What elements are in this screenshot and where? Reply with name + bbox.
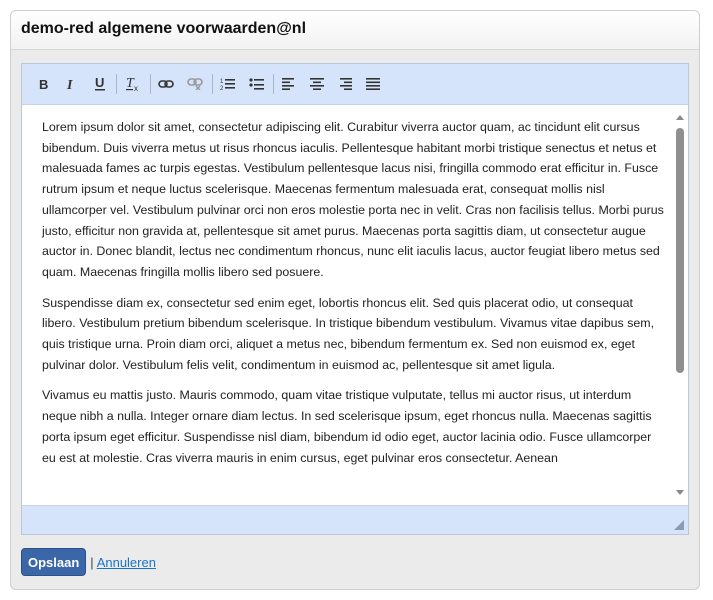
panel-title: demo-red algemene voorwaarden@nl bbox=[21, 20, 307, 37]
numbered-list-icon[interactable]: 12 bbox=[218, 74, 238, 94]
toolbar-separator bbox=[116, 74, 117, 94]
link-icon[interactable] bbox=[156, 74, 176, 94]
scroll-down-arrow-icon[interactable] bbox=[676, 490, 684, 495]
panel-header: demo-red algemene voorwaarden@nl bbox=[11, 11, 699, 50]
cancel-link[interactable]: Annuleren bbox=[97, 555, 156, 570]
form-actions: Opslaan | Annuleren bbox=[21, 547, 156, 577]
resize-handle-icon[interactable] bbox=[674, 520, 684, 530]
svg-text:B: B bbox=[39, 77, 48, 91]
edit-panel: demo-red algemene voorwaarden@nl B I U T… bbox=[10, 10, 700, 590]
scrollbar-thumb[interactable] bbox=[676, 128, 684, 373]
paragraph[interactable]: Suspendisse diam ex, consectetur sed eni… bbox=[42, 293, 664, 376]
vertical-scrollbar[interactable] bbox=[672, 105, 688, 505]
svg-text:x: x bbox=[134, 84, 138, 92]
underline-icon[interactable]: U bbox=[90, 74, 110, 94]
toolbar-separator bbox=[212, 74, 213, 94]
toolbar-separator bbox=[150, 74, 151, 94]
editor-statusbar bbox=[22, 505, 688, 534]
bold-icon[interactable]: B bbox=[34, 74, 54, 94]
align-center-icon[interactable] bbox=[307, 74, 327, 94]
align-left-icon[interactable] bbox=[279, 74, 299, 94]
align-right-icon[interactable] bbox=[335, 74, 355, 94]
paragraph[interactable]: Lorem ipsum dolor sit amet, consectetur … bbox=[42, 117, 664, 283]
svg-text:2: 2 bbox=[220, 86, 224, 91]
toolbar-separator bbox=[273, 74, 274, 94]
editor-toolbar: B I U Tx 1 2 bbox=[22, 64, 688, 105]
italic-icon[interactable]: I bbox=[61, 74, 81, 94]
svg-text:I: I bbox=[66, 78, 73, 91]
svg-text:U: U bbox=[95, 76, 104, 90]
editor-content-area[interactable]: Lorem ipsum dolor sit amet, consectetur … bbox=[22, 105, 688, 505]
editor-text[interactable]: Lorem ipsum dolor sit amet, consectetur … bbox=[42, 117, 664, 478]
remove-format-icon[interactable]: Tx bbox=[123, 74, 143, 94]
svg-text:1: 1 bbox=[220, 79, 224, 85]
save-button[interactable]: Opslaan bbox=[21, 548, 87, 576]
rich-text-editor[interactable]: B I U Tx 1 2 Lorem ipsum dolor sit amet,… bbox=[21, 63, 689, 535]
align-justify-icon[interactable] bbox=[363, 74, 383, 94]
unlink-icon[interactable] bbox=[185, 74, 205, 94]
paragraph[interactable]: Vivamus eu mattis justo. Mauris commodo,… bbox=[42, 385, 664, 468]
scroll-up-arrow-icon[interactable] bbox=[676, 115, 684, 120]
bulleted-list-icon[interactable] bbox=[247, 74, 267, 94]
action-separator: | bbox=[90, 554, 94, 570]
